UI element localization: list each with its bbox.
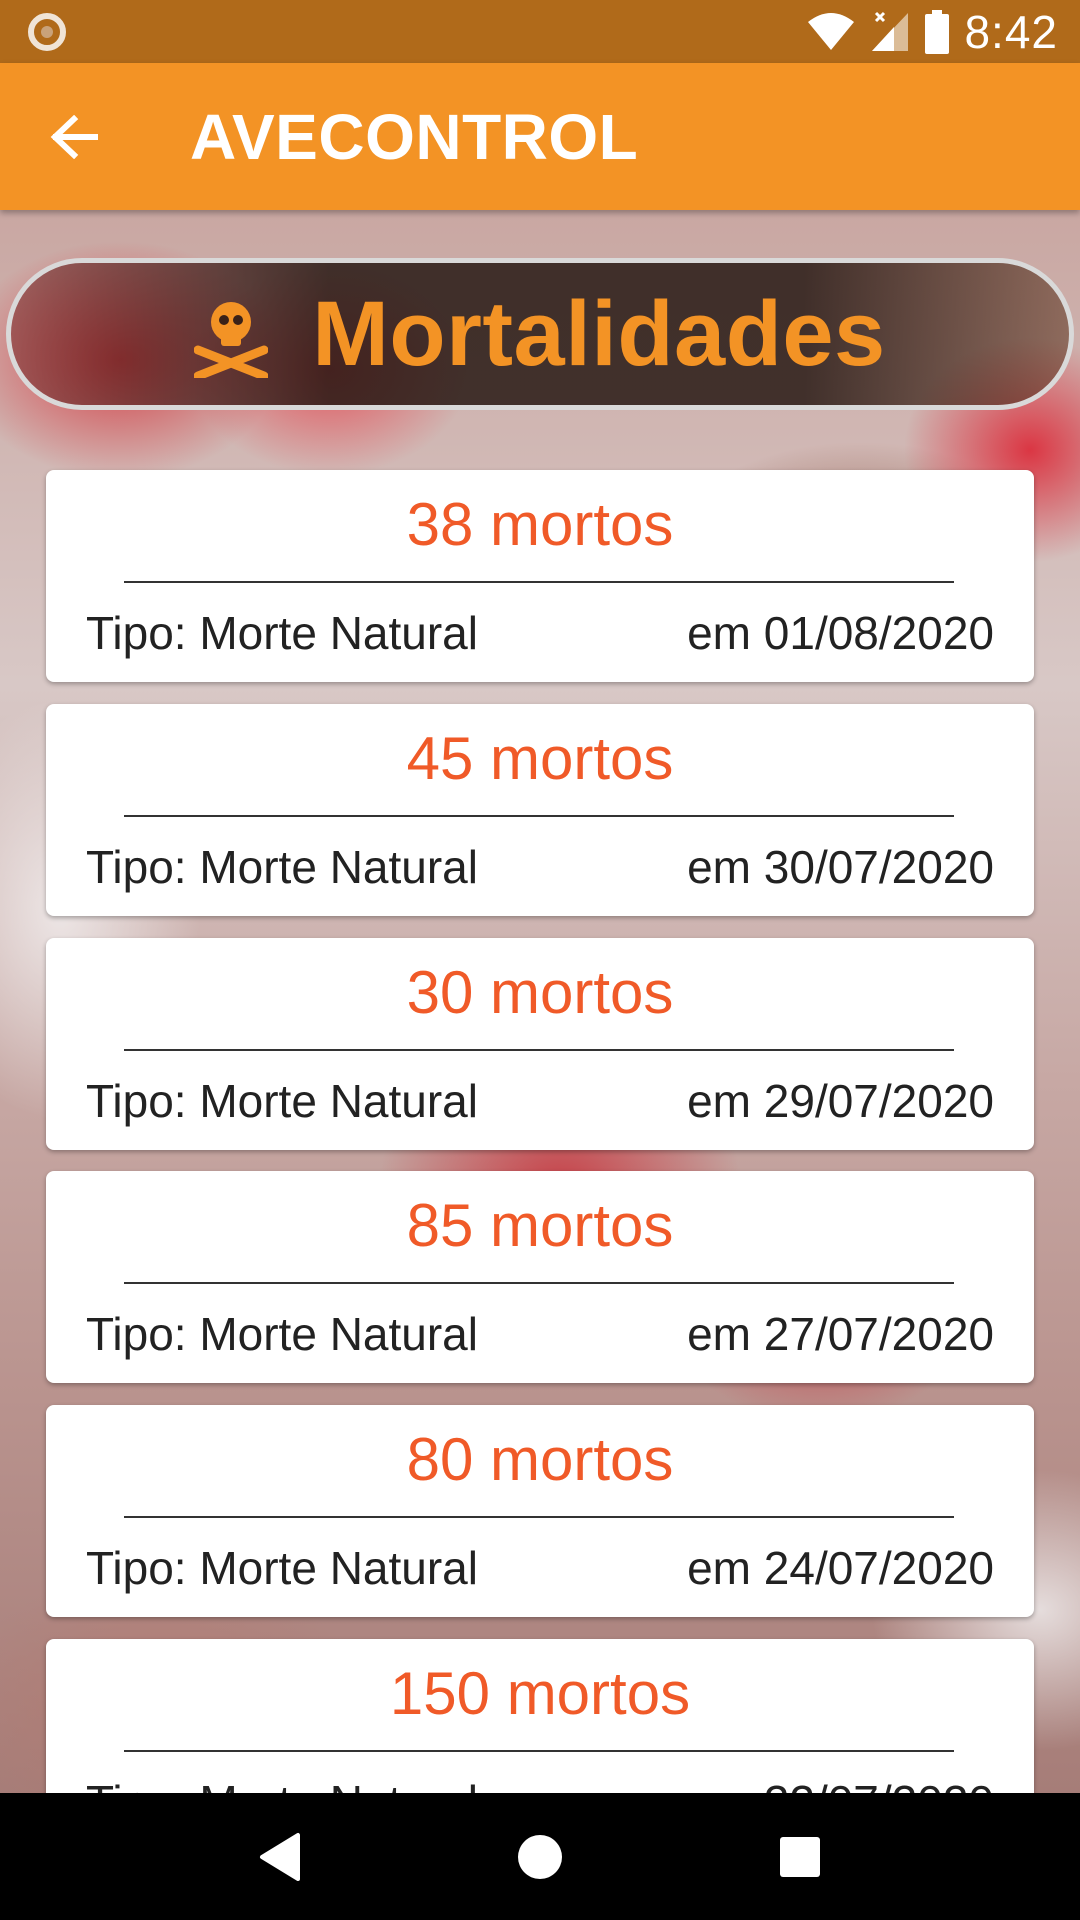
card-date: em 27/07/2020 xyxy=(687,1308,994,1360)
mortality-list[interactable]: 38 mortos Tipo: Morte Natural em 01/08/2… xyxy=(0,210,1080,1793)
arrow-back-icon xyxy=(50,114,98,159)
card-count: 45 mortos xyxy=(406,725,674,792)
card-divider xyxy=(124,1282,954,1284)
card-date: em 30/07/2020 xyxy=(687,841,994,893)
nav-back-button[interactable] xyxy=(235,1812,325,1902)
card-count: 150 mortos xyxy=(389,1660,691,1727)
card-divider xyxy=(124,1516,954,1518)
mortality-card[interactable]: 85 mortos Tipo: Morte Natural em 27/07/2… xyxy=(46,1171,1034,1383)
mortality-card[interactable]: 38 mortos Tipo: Morte Natural em 01/08/2… xyxy=(46,470,1034,682)
card-date: em 22/07/2020 xyxy=(687,1775,994,1793)
card-count: 30 mortos xyxy=(406,959,674,1026)
nav-home-button[interactable] xyxy=(495,1812,585,1902)
skull-crossbones-icon xyxy=(194,302,269,378)
card-type: Tipo: Morte Natural xyxy=(86,841,478,893)
status-right: 8:42 xyxy=(806,5,1058,59)
recents-square-icon xyxy=(780,1836,820,1877)
card-count: 38 mortos xyxy=(406,491,674,558)
status-left xyxy=(28,12,66,51)
home-circle-icon xyxy=(518,1834,562,1879)
notification-icon xyxy=(28,12,66,51)
battery-icon xyxy=(925,9,950,54)
mortality-card[interactable]: 45 mortos Tipo: Morte Natural em 30/07/2… xyxy=(46,704,1034,916)
card-date: em 01/08/2020 xyxy=(687,607,994,659)
system-nav-bar xyxy=(0,1793,1080,1920)
card-type: Tipo: Morte Natural xyxy=(86,1775,478,1793)
signal-icon xyxy=(872,11,909,51)
card-type: Tipo: Morte Natural xyxy=(86,1308,478,1360)
nav-recents-button[interactable] xyxy=(755,1812,845,1902)
wifi-icon xyxy=(808,12,855,50)
card-type: Tipo: Morte Natural xyxy=(86,1542,478,1594)
mortality-card[interactable]: 80 mortos Tipo: Morte Natural em 24/07/2… xyxy=(46,1405,1034,1617)
section-title: Mortalidades xyxy=(312,282,886,385)
mortality-card[interactable]: 30 mortos Tipo: Morte Natural em 29/07/2… xyxy=(46,938,1034,1150)
back-triangle-icon xyxy=(260,1832,300,1881)
card-divider xyxy=(124,1049,954,1051)
app-title: AVECONTROL xyxy=(190,100,639,173)
card-date: em 29/07/2020 xyxy=(687,1075,994,1127)
section-header: Mortalidades xyxy=(6,258,1074,410)
back-button[interactable] xyxy=(24,87,124,187)
card-divider xyxy=(124,1750,954,1752)
status-time: 8:42 xyxy=(964,5,1058,58)
card-type: Tipo: Morte Natural xyxy=(86,607,478,659)
card-count: 80 mortos xyxy=(406,1426,674,1493)
status-bar: 8:42 xyxy=(0,0,1080,63)
card-divider xyxy=(124,581,954,583)
card-count: 85 mortos xyxy=(406,1192,674,1259)
card-divider xyxy=(124,815,954,817)
card-type: Tipo: Morte Natural xyxy=(86,1075,478,1127)
card-date: em 24/07/2020 xyxy=(687,1542,994,1594)
app-bar: AVECONTROL xyxy=(0,63,1080,210)
mortality-card[interactable]: 150 mortos Tipo: Morte Natural em 22/07/… xyxy=(46,1639,1034,1793)
